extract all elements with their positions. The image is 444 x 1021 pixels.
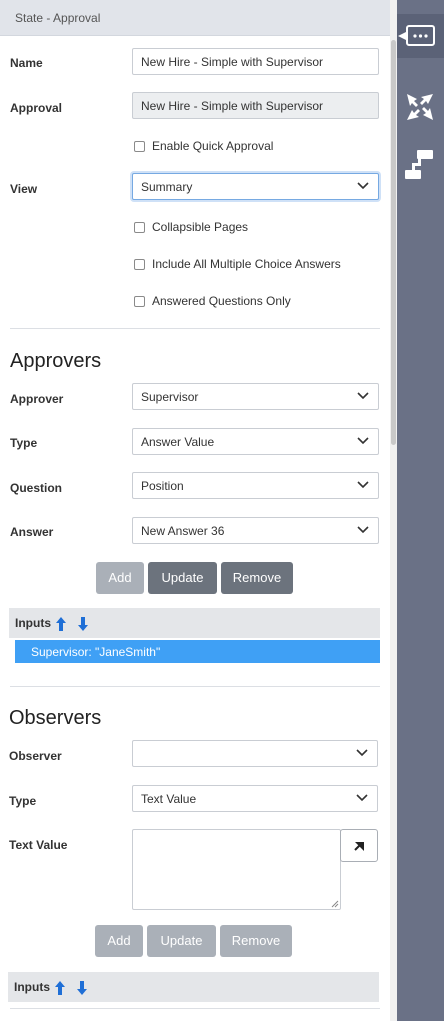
include-all-mc-checkbox[interactable]: Include All Multiple Choice Answers: [134, 257, 341, 271]
observer-inputs-label: Inputs: [14, 980, 50, 994]
approver-type-select[interactable]: Answer Value: [132, 428, 379, 455]
chevron-down-icon: [356, 749, 368, 757]
observer-remove-button[interactable]: Remove: [220, 925, 292, 957]
move-down-icon[interactable]: [76, 980, 88, 996]
divider: [10, 1008, 380, 1009]
collapse-arrows-icon: [407, 94, 433, 120]
scrollbar-thumb[interactable]: [391, 40, 396, 445]
comment-button[interactable]: [397, 14, 444, 58]
name-input[interactable]: New Hire - Simple with Supervisor: [132, 48, 379, 75]
approver-update-button[interactable]: Update: [148, 562, 217, 594]
approver-inputs-header: Inputs: [9, 608, 380, 638]
resize-grip-icon[interactable]: [331, 900, 339, 908]
move-up-icon[interactable]: [54, 980, 66, 996]
view-select-value: Summary: [141, 180, 193, 194]
observer-type-value: Text Value: [141, 792, 197, 806]
right-tool-rail: [397, 0, 444, 1021]
divider: [10, 328, 380, 329]
observer-type-label: Type: [9, 794, 37, 808]
question-select-value: Position: [141, 479, 184, 493]
question-label: Question: [10, 481, 63, 495]
answer-label: Answer: [10, 525, 54, 539]
approvers-title: Approvers: [10, 350, 102, 372]
checkbox-box[interactable]: [134, 140, 145, 152]
panel-scrollbar[interactable]: [390, 0, 397, 1021]
flow-button[interactable]: [397, 144, 444, 188]
approval-label: Approval: [10, 101, 63, 115]
comment-icon: [398, 25, 435, 46]
chevron-down-icon: [357, 182, 369, 190]
checkbox-box[interactable]: [134, 221, 145, 233]
observer-update-button[interactable]: Update: [147, 925, 216, 957]
chevron-down-icon: [356, 794, 368, 802]
approver-type-value: Answer Value: [141, 435, 215, 449]
name-label: Name: [10, 56, 43, 70]
chevron-down-icon: [357, 437, 369, 445]
include-all-mc-label: Include All Multiple Choice Answers: [152, 257, 341, 271]
observer-label: Observer: [9, 749, 62, 763]
chevron-down-icon: [357, 481, 369, 489]
checkbox-box[interactable]: [134, 258, 145, 270]
answered-only-label: Answered Questions Only: [152, 294, 291, 308]
collapse-button[interactable]: [397, 86, 444, 130]
collapsible-pages-label: Collapsible Pages: [152, 220, 249, 234]
text-value-label: Text Value: [9, 838, 68, 852]
expand-editor-button[interactable]: [340, 829, 378, 862]
panel-header: State - Approval: [0, 0, 390, 36]
expand-arrow-icon: [354, 842, 364, 851]
answered-only-checkbox[interactable]: Answered Questions Only: [134, 294, 291, 308]
view-label: View: [10, 182, 38, 196]
approver-label: Approver: [10, 392, 64, 406]
answer-select[interactable]: New Answer 36: [132, 517, 379, 544]
approver-type-label: Type: [10, 436, 38, 450]
approver-remove-button[interactable]: Remove: [221, 562, 293, 594]
observers-title: Observers: [9, 707, 102, 729]
observer-add-button[interactable]: Add: [95, 925, 143, 957]
approver-select-value: Supervisor: [141, 390, 199, 404]
list-item[interactable]: Supervisor: "JaneSmith": [15, 640, 380, 663]
flow-steps-icon: [405, 150, 433, 179]
move-down-icon[interactable]: [77, 616, 89, 632]
approver-add-button[interactable]: Add: [96, 562, 144, 594]
panel-title: State - Approval: [15, 11, 101, 25]
observer-type-select[interactable]: Text Value: [132, 785, 378, 812]
approver-inputs-label: Inputs: [15, 616, 51, 630]
collapsible-pages-checkbox[interactable]: Collapsible Pages: [134, 220, 248, 234]
properties-panel: State - Approval Name New Hire - Simple …: [0, 0, 390, 1021]
enable-quick-approval-checkbox[interactable]: Enable Quick Approval: [134, 139, 273, 153]
observer-select[interactable]: [132, 740, 378, 767]
approver-select[interactable]: Supervisor: [132, 383, 379, 410]
text-value-textarea[interactable]: [132, 829, 341, 910]
view-select[interactable]: Summary: [132, 173, 379, 200]
enable-quick-approval-label: Enable Quick Approval: [152, 139, 274, 153]
move-up-icon[interactable]: [55, 616, 67, 632]
answer-select-value: New Answer 36: [141, 524, 225, 538]
chevron-down-icon: [357, 526, 369, 534]
divider: [10, 686, 380, 687]
chevron-down-icon: [357, 392, 369, 400]
observer-inputs-header: Inputs: [8, 972, 379, 1002]
question-select[interactable]: Position: [132, 472, 379, 499]
approval-input: New Hire - Simple with Supervisor: [132, 92, 379, 119]
checkbox-box[interactable]: [134, 295, 145, 307]
